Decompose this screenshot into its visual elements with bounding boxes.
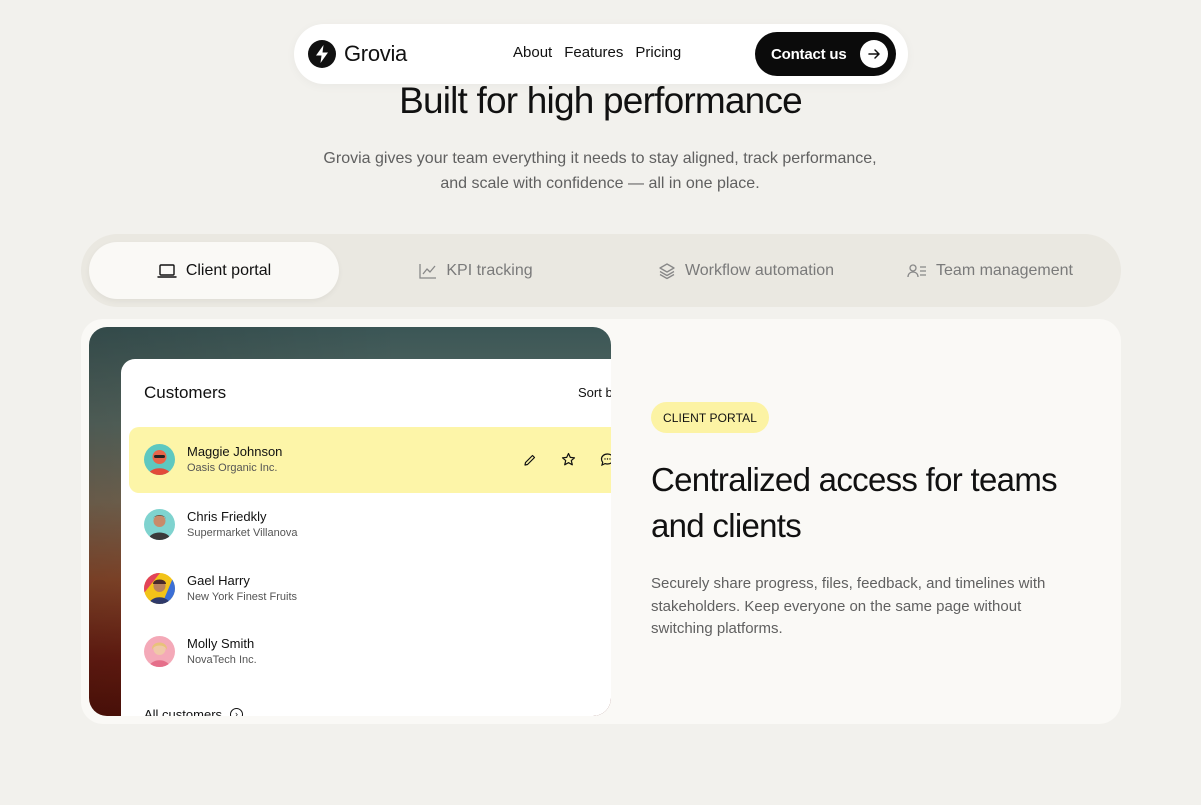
feature-title: Centralized access for teams and clients (651, 461, 1058, 544)
contact-us-label: Contact us (771, 45, 847, 63)
brand-name: Grovia (344, 41, 407, 66)
customers-preview: Customers Sort by Maggie Johnson Oasis O… (89, 327, 611, 716)
nav-link-pricing[interactable]: Pricing (635, 44, 681, 61)
contact-us-button[interactable]: Contact us (755, 32, 896, 76)
customer-company: NovaTech Inc. (187, 654, 257, 666)
feature-card: Customers Sort by Maggie Johnson Oasis O… (81, 319, 1121, 724)
brand-logo[interactable]: Grovia (308, 40, 407, 68)
nav-links: About Features Pricing (513, 44, 681, 61)
row-actions (521, 451, 611, 468)
avatar (144, 636, 175, 667)
customer-row[interactable]: Maggie Johnson Oasis Organic Inc. (129, 427, 611, 493)
tab-kpi-tracking[interactable]: KPI tracking (351, 242, 601, 299)
customer-row[interactable]: Chris Friedkly Supermarket Villanova (129, 492, 611, 558)
layers-icon (659, 262, 675, 279)
panel-title: Customers (144, 383, 227, 402)
customer-row[interactable]: Molly Smith NovaTech Inc. (129, 619, 611, 685)
customer-row[interactable]: Gael Harry New York Finest Fruits (129, 556, 611, 622)
tab-label: Team management (936, 261, 1073, 279)
subtitle-line-1: Grovia gives your team everything it nee… (323, 150, 877, 167)
customers-panel: Customers Sort by Maggie Johnson Oasis O… (121, 359, 611, 716)
edit-icon[interactable] (521, 451, 538, 468)
team-icon (907, 263, 927, 277)
chevron-right-icon: › (230, 708, 244, 716)
tab-label: Workflow automation (684, 261, 835, 279)
sort-button[interactable]: Sort by (578, 385, 611, 400)
customer-company: New York Finest Fruits (187, 591, 298, 603)
nav-link-about[interactable]: About (513, 44, 552, 61)
page-subtitle: Grovia gives your team everything it nee… (290, 146, 910, 196)
chart-icon (419, 263, 437, 279)
all-customers-link[interactable]: All customers › (144, 707, 244, 716)
nav-link-features[interactable]: Features (564, 44, 623, 61)
feature-description: Securely share progress, files, feedback… (651, 575, 1046, 637)
avatar (144, 444, 175, 475)
avatar (144, 573, 175, 604)
feature-tabs: Client portal KPI tracking Workflow auto… (81, 234, 1121, 307)
laptop-icon (157, 263, 177, 278)
all-customers-label: All customers (144, 707, 223, 716)
customer-name: Chris Friedkly (187, 509, 267, 524)
customer-name: Gael Harry (187, 573, 250, 588)
customer-company: Oasis Organic Inc. (187, 462, 278, 474)
bolt-icon (308, 40, 336, 68)
message-icon[interactable] (599, 451, 611, 468)
arrow-right-icon (860, 40, 888, 68)
customer-company: Supermarket Villanova (187, 527, 298, 539)
feature-badge: CLIENT PORTAL (651, 402, 769, 433)
customer-name: Maggie Johnson (187, 444, 283, 459)
tab-workflow-automation[interactable]: Workflow automation (611, 242, 881, 299)
top-nav: Grovia About Features Pricing Contact us (294, 24, 908, 84)
star-icon[interactable] (560, 451, 577, 468)
tab-label: KPI tracking (446, 261, 533, 279)
avatar (144, 509, 175, 540)
tab-label: Client portal (185, 261, 272, 279)
subtitle-line-2: and scale with confidence — all in one p… (440, 175, 760, 192)
customer-name: Molly Smith (187, 636, 255, 651)
tab-team-management[interactable]: Team management (865, 242, 1115, 299)
tab-client-portal[interactable]: Client portal (89, 242, 339, 299)
page-title: Built for high performance (399, 80, 803, 121)
